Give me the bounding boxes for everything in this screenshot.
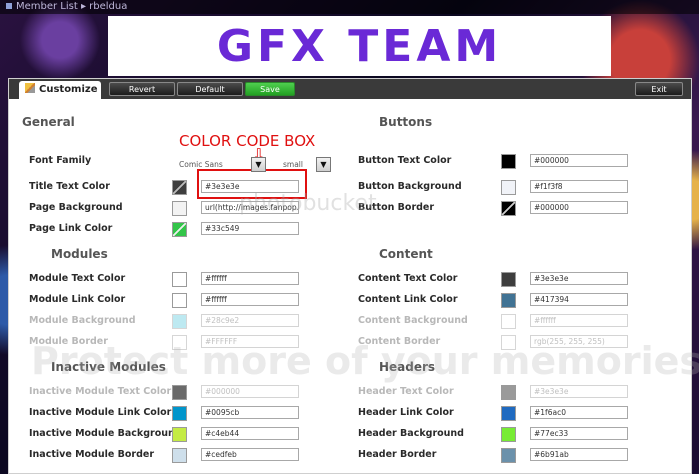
inactive-module-background-swatch[interactable] [172, 427, 187, 442]
button-text-color-field[interactable]: #000000 [530, 154, 628, 167]
inactive-module-border-label: Inactive Module Border [29, 449, 155, 460]
pencil-icon [25, 83, 35, 93]
content-link-color-field[interactable]: #417394 [530, 293, 628, 306]
header-text-color-label: Header Text Color [358, 386, 454, 397]
page-link-color-swatch[interactable] [172, 222, 187, 237]
inactive-module-text-color-swatch[interactable] [172, 385, 187, 400]
content-link-color-label: Content Link Color [358, 294, 458, 305]
button-background-swatch[interactable] [501, 180, 516, 195]
section-headers: Headers [379, 360, 436, 374]
page-icon [6, 3, 12, 9]
module-link-color-field[interactable]: #ffffff [201, 293, 299, 306]
section-content: Content [379, 247, 433, 261]
button-border-field[interactable]: #000000 [530, 201, 628, 214]
page-background-field[interactable]: url(http://images.fanpop.co [201, 201, 299, 214]
banner: GFX TEAM [108, 16, 611, 76]
tab-customize-label: Customize [39, 84, 98, 95]
module-link-color-swatch[interactable] [172, 293, 187, 308]
font-family-label: Font Family [29, 155, 92, 166]
header-text-color-field[interactable]: #3e3e3e [530, 385, 628, 398]
inactive-module-link-color-label: Inactive Module Link Color [29, 407, 172, 418]
button-background-field[interactable]: #f1f3f8 [530, 180, 628, 193]
section-modules: Modules [51, 247, 108, 261]
header-background-swatch[interactable] [501, 427, 516, 442]
module-background-field[interactable]: #28c9e2 [201, 314, 299, 327]
header-link-color-field[interactable]: #1f6ac0 [530, 406, 628, 419]
content-link-color-swatch[interactable] [501, 293, 516, 308]
inactive-module-background-label: Inactive Module Background [29, 428, 182, 439]
module-background-swatch[interactable] [172, 314, 187, 329]
font-size-dropdown-button[interactable]: ▼ [316, 157, 331, 172]
button-background-label: Button Background [358, 181, 462, 192]
content-border-label: Content Border [358, 336, 441, 347]
banner-title: GFX TEAM [216, 20, 503, 72]
tab-customize[interactable]: Customize [19, 81, 101, 99]
header-link-color-label: Header Link Color [358, 407, 454, 418]
font-family-dropdown-button[interactable]: ▼ [251, 157, 266, 172]
inactive-module-border-swatch[interactable] [172, 448, 187, 463]
title-text-color-swatch[interactable] [172, 180, 187, 195]
inactive-module-text-color-label: Inactive Module Text Color [29, 386, 172, 397]
button-border-swatch[interactable] [501, 201, 516, 216]
header-background-field[interactable]: #77ec33 [530, 427, 628, 440]
customize-panel: Customize Revert Default Save Exit Gener… [8, 78, 699, 474]
revert-button[interactable]: Revert [109, 82, 175, 96]
module-link-color-label: Module Link Color [29, 294, 126, 305]
inactive-module-link-color-swatch[interactable] [172, 406, 187, 421]
header-link-color-swatch[interactable] [501, 406, 516, 421]
inactive-module-text-color-field[interactable]: #000000 [201, 385, 299, 398]
title-text-color-field[interactable]: #3e3e3e [201, 180, 299, 193]
module-text-color-field[interactable]: #ffffff [201, 272, 299, 285]
button-text-color-swatch[interactable] [501, 154, 516, 169]
font-family-select-value: Comic Sans [179, 160, 223, 169]
module-border-swatch[interactable] [172, 335, 187, 350]
breadcrumb: Member List ▸ rbeldua [0, 0, 699, 14]
exit-button[interactable]: Exit [635, 82, 683, 96]
save-button[interactable]: Save [245, 82, 295, 96]
page-link-color-field[interactable]: #33c549 [201, 222, 299, 235]
header-background-label: Header Background [358, 428, 464, 439]
content-background-label: Content Background [358, 315, 468, 326]
content-text-color-field[interactable]: #3e3e3e [530, 272, 628, 285]
breadcrumb-text[interactable]: Member List ▸ rbeldua [16, 1, 127, 12]
inactive-module-background-field[interactable]: #c4eb44 [201, 427, 299, 440]
content-text-color-label: Content Text Color [358, 273, 458, 284]
default-button[interactable]: Default [177, 82, 243, 96]
section-general: General [22, 115, 75, 129]
content-background-swatch[interactable] [501, 314, 516, 329]
module-text-color-swatch[interactable] [172, 272, 187, 287]
inactive-module-link-color-field[interactable]: #0095cb [201, 406, 299, 419]
font-size-select-value: small [283, 160, 303, 169]
content-background-field[interactable]: #ffffff [530, 314, 628, 327]
title-text-color-label: Title Text Color [29, 181, 110, 192]
content-text-color-swatch[interactable] [501, 272, 516, 287]
page-background-label: Page Background [29, 202, 123, 213]
header-border-field[interactable]: #6b91ab [530, 448, 628, 461]
module-background-label: Module Background [29, 315, 136, 326]
content-border-swatch[interactable] [501, 335, 516, 350]
inactive-module-border-field[interactable]: #cedfeb [201, 448, 299, 461]
section-inactive-modules: Inactive Modules [51, 360, 166, 374]
module-text-color-label: Module Text Color [29, 273, 126, 284]
header-text-color-swatch[interactable] [501, 385, 516, 400]
module-border-label: Module Border [29, 336, 108, 347]
content-border-field[interactable]: rgb(255, 255, 255) [530, 335, 628, 348]
section-buttons: Buttons [379, 115, 433, 129]
button-border-label: Button Border [358, 202, 435, 213]
button-text-color-label: Button Text Color [358, 155, 452, 166]
module-border-field[interactable]: #FFFFFF [201, 335, 299, 348]
header-border-swatch[interactable] [501, 448, 516, 463]
header-border-label: Header Border [358, 449, 437, 460]
page-background-swatch[interactable] [172, 201, 187, 216]
page-link-color-label: Page Link Color [29, 223, 113, 234]
color-code-box-annotation: COLOR CODE BOX [179, 132, 316, 150]
toolbar: Customize Revert Default Save Exit [9, 79, 691, 99]
